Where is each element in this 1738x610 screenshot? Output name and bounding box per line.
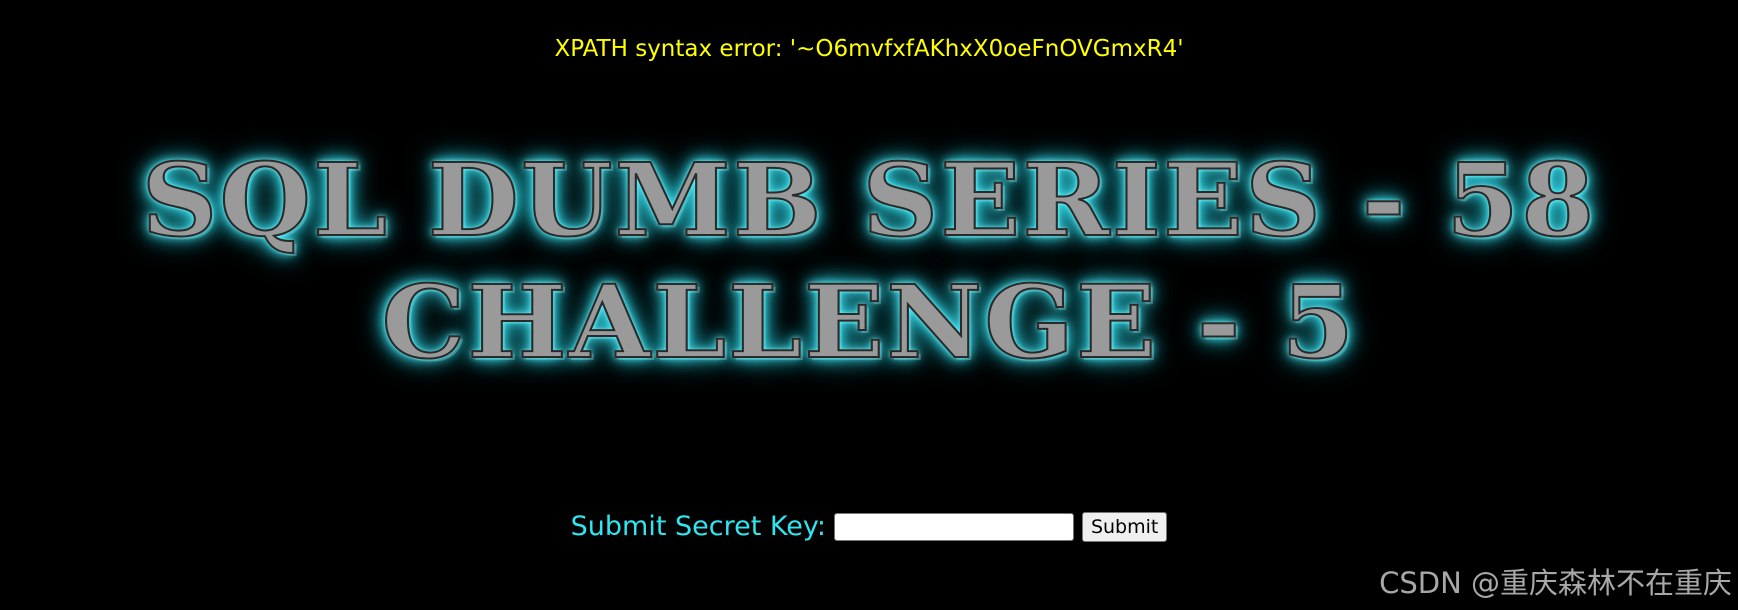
- submit-button[interactable]: Submit: [1081, 511, 1168, 542]
- xpath-error-message: XPATH syntax error: '~O6mvfxfAKhxX0oeFnO…: [554, 36, 1184, 62]
- secret-key-input[interactable]: [833, 512, 1074, 541]
- secret-key-form: Submit Secret Key: Submit: [0, 511, 1738, 542]
- secret-key-label: Submit Secret Key:: [570, 511, 826, 542]
- title-banner: SQL DUMB SERIES - 58 CHALLENGE - 5: [0, 149, 1738, 373]
- banner-title-line-2: CHALLENGE - 5: [0, 271, 1738, 373]
- banner-title-line-1: SQL DUMB SERIES - 58: [0, 149, 1738, 251]
- csdn-watermark: CSDN @重庆森林不在重庆: [1379, 566, 1732, 600]
